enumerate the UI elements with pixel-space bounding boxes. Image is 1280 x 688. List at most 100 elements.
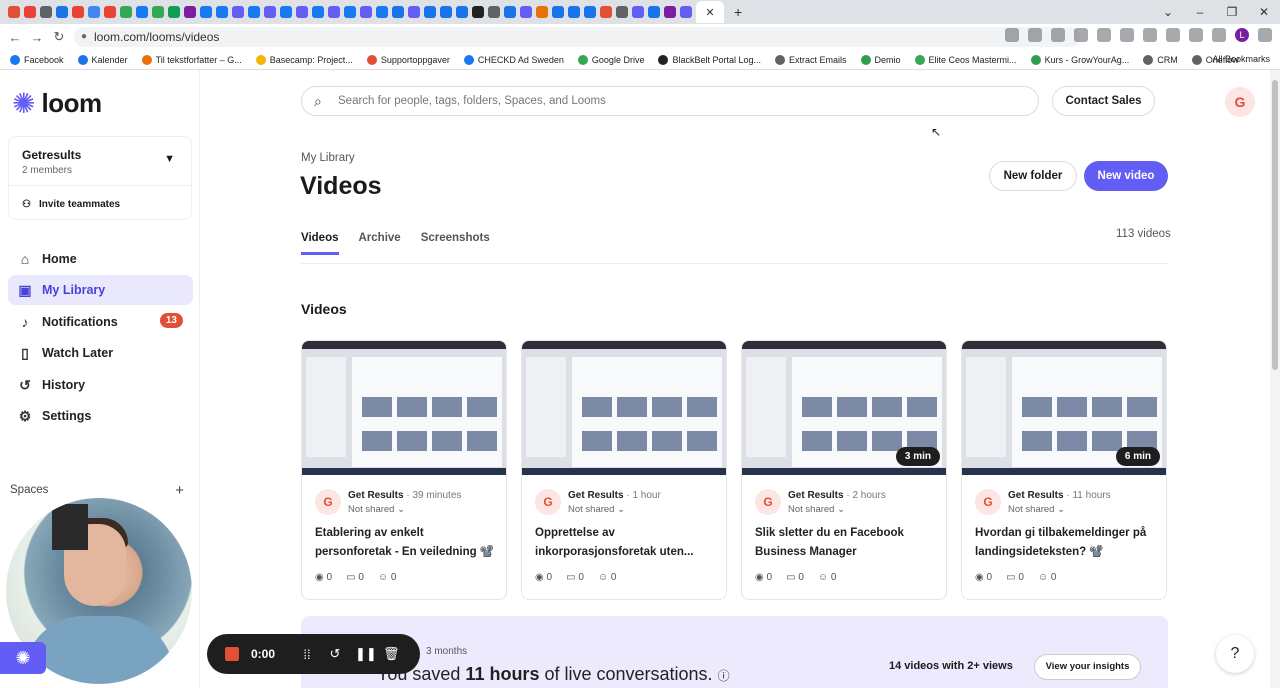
video-title[interactable]: Slik sletter du en Facebook Business Man… <box>755 524 937 562</box>
help-button[interactable]: ? <box>1216 635 1254 673</box>
sidepanel-icon[interactable] <box>1212 28 1226 42</box>
drag-handle-icon[interactable]: ⁞⁞ <box>299 647 315 662</box>
sidebar-item-notifications[interactable]: ♪ Notifications 13 <box>8 307 193 337</box>
add-space-icon[interactable]: + <box>175 482 184 499</box>
chevron-down-icon[interactable]: ⌄ <box>1152 0 1184 24</box>
tab-favicon[interactable] <box>648 6 660 18</box>
tab-favicon[interactable] <box>296 6 308 18</box>
video-title[interactable]: Etablering av enkelt personforetak - En … <box>315 524 497 562</box>
video-card[interactable]: G Get Results · 1 hour Not shared ⌄ Opprett… <box>521 340 727 600</box>
tab-favicon[interactable] <box>376 6 388 18</box>
video-thumbnail[interactable]: 6 min <box>962 341 1166 475</box>
tab-favicon[interactable] <box>568 6 580 18</box>
info-icon[interactable]: ⓘ <box>718 669 730 683</box>
tab-favicon[interactable] <box>168 6 180 18</box>
tab-favicon[interactable] <box>88 6 100 18</box>
tab-favicon[interactable] <box>264 6 276 18</box>
tab-favicon[interactable] <box>408 6 420 18</box>
bookmark-item[interactable]: Demio <box>860 54 901 65</box>
bookmark-item[interactable]: CHECKD Ad Sweden <box>463 54 564 65</box>
minimize-icon[interactable]: – <box>1184 0 1216 24</box>
tab-favicon[interactable] <box>680 6 692 18</box>
extension-icon[interactable] <box>1074 28 1088 42</box>
share-status-dropdown[interactable]: Not shared ⌄ <box>568 504 625 515</box>
view-insights-button[interactable]: View your insights <box>1034 654 1141 680</box>
tab-favicon[interactable] <box>536 6 548 18</box>
video-thumbnail[interactable] <box>522 341 726 475</box>
extension-icon[interactable] <box>1166 28 1180 42</box>
tab-favicon[interactable] <box>440 6 452 18</box>
scrollbar[interactable] <box>1270 70 1280 688</box>
contact-sales-button[interactable]: Contact Sales <box>1052 86 1155 116</box>
extension-icon[interactable] <box>1097 28 1111 42</box>
sidebar-item-watch-later[interactable]: ▯ Watch Later <box>8 338 193 368</box>
sidebar-item-history[interactable]: ↺ History <box>8 370 193 400</box>
address-bar[interactable]: ● loom.com/looms/videos <box>74 27 1080 47</box>
user-avatar[interactable]: G <box>1225 87 1255 117</box>
reload-icon[interactable]: ↻ <box>48 29 70 45</box>
tab-favicon[interactable] <box>120 6 132 18</box>
extension-icon[interactable] <box>1051 28 1065 42</box>
tab-favicon[interactable] <box>24 6 36 18</box>
tab-favicon[interactable] <box>136 6 148 18</box>
workspace-switcher[interactable]: Getresults 2 members ▼ ⚇ Invite teammate… <box>8 136 192 220</box>
close-window-icon[interactable]: ✕ <box>1248 0 1280 24</box>
bookmark-item[interactable]: CRM <box>1143 54 1178 65</box>
stop-recording-button[interactable] <box>225 647 239 661</box>
breadcrumb[interactable]: My Library <box>301 152 355 164</box>
puzzle-icon[interactable] <box>1189 28 1203 42</box>
tab-favicon[interactable] <box>616 6 628 18</box>
share-status-dropdown[interactable]: Not shared ⌄ <box>1008 504 1065 515</box>
new-video-button[interactable]: New video <box>1084 161 1168 191</box>
tab-favicon[interactable] <box>200 6 212 18</box>
tab-favicon[interactable] <box>552 6 564 18</box>
bookmark-item[interactable]: Basecamp: Project... <box>255 54 353 65</box>
tab-favicon[interactable] <box>392 6 404 18</box>
tab-favicon[interactable] <box>600 6 612 18</box>
tab-favicon[interactable] <box>424 6 436 18</box>
bookmark-item[interactable]: Kalender <box>77 54 128 65</box>
tab-favicon[interactable] <box>360 6 372 18</box>
tab-favicon[interactable] <box>632 6 644 18</box>
all-bookmarks-button[interactable]: All Bookmarks <box>1212 54 1270 64</box>
tab-favicon[interactable] <box>472 6 484 18</box>
tab-favicon[interactable] <box>232 6 244 18</box>
video-card[interactable]: 3 min G Get Results · 2 hours Not shared ⌄ S… <box>741 340 947 600</box>
tab-favicon[interactable] <box>664 6 676 18</box>
tab-favicon[interactable] <box>280 6 292 18</box>
video-title[interactable]: Opprettelse av inkorporasjonsforetak ute… <box>535 524 717 562</box>
profile-icon[interactable]: L <box>1235 28 1249 42</box>
pause-icon[interactable]: ❚❚ <box>355 646 377 662</box>
tab-favicon[interactable] <box>248 6 260 18</box>
video-thumbnail[interactable] <box>302 341 506 475</box>
bookmark-item[interactable]: Til tekstforfatter – G... <box>141 54 242 65</box>
sidebar-item-settings[interactable]: ⚙ Settings <box>8 401 193 431</box>
tab-favicon[interactable] <box>344 6 356 18</box>
bookmark-item[interactable]: Elite Ceos Mastermi... <box>914 54 1017 65</box>
new-tab-button[interactable]: + <box>734 4 742 20</box>
video-thumbnail[interactable]: 3 min <box>742 341 946 475</box>
restart-icon[interactable]: ↺ <box>327 646 343 662</box>
tab-screenshots[interactable]: Screenshots <box>421 232 490 255</box>
forward-icon[interactable]: → <box>26 30 48 45</box>
video-card[interactable]: 6 min G Get Results · 11 hours Not shared ⌄… <box>961 340 1167 600</box>
search-input[interactable]: ⌕ Search for people, tags, folders, Spac… <box>301 86 1039 116</box>
tab-favicon[interactable] <box>584 6 596 18</box>
extension-icon[interactable] <box>1005 28 1019 42</box>
share-status-dropdown[interactable]: Not shared ⌄ <box>788 504 845 515</box>
tab-archive[interactable]: Archive <box>359 232 401 255</box>
loom-record-icon[interactable]: ✺ <box>0 642 46 674</box>
tab-favicon[interactable] <box>40 6 52 18</box>
tab-favicon[interactable] <box>504 6 516 18</box>
share-status-dropdown[interactable]: Not shared ⌄ <box>348 504 405 515</box>
chevron-down-icon[interactable]: ▼ <box>164 153 175 165</box>
video-card[interactable]: G Get Results · 39 minutes Not shared ⌄ Eta… <box>301 340 507 600</box>
active-tab-close-button[interactable]: ✕ <box>696 1 724 23</box>
extension-icon[interactable] <box>1143 28 1157 42</box>
tab-favicon[interactable] <box>488 6 500 18</box>
tab-favicon[interactable] <box>312 6 324 18</box>
tab-favicon[interactable] <box>328 6 340 18</box>
tab-videos[interactable]: Videos <box>301 232 339 255</box>
menu-dots-icon[interactable] <box>1258 28 1272 42</box>
bookmark-item[interactable]: Google Drive <box>577 54 644 65</box>
